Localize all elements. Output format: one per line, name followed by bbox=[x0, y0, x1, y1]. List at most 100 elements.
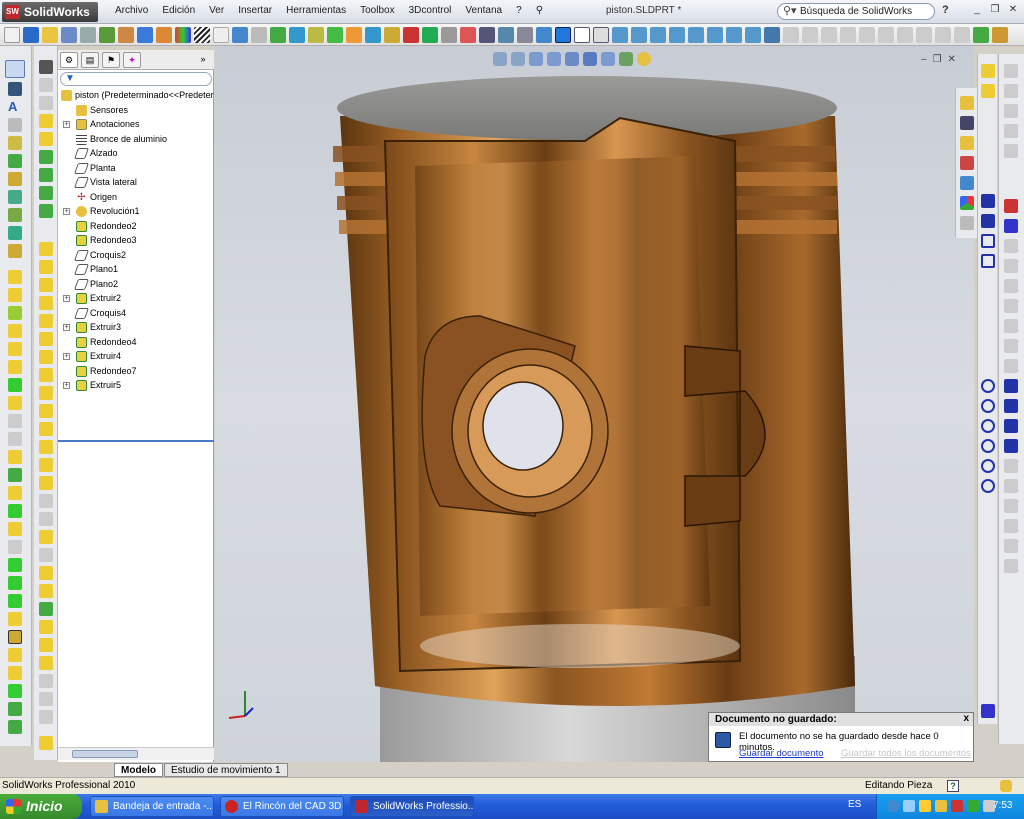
menu-insertar[interactable]: Insertar bbox=[231, 5, 279, 16]
minimize-icon[interactable]: _ bbox=[970, 3, 984, 17]
balloon-icon[interactable] bbox=[8, 136, 22, 150]
weldment5-icon[interactable] bbox=[39, 512, 53, 526]
view-shaded-icon[interactable] bbox=[555, 26, 571, 43]
spline-icon[interactable] bbox=[981, 459, 995, 473]
sweep-icon[interactable] bbox=[8, 306, 22, 320]
loft-icon[interactable] bbox=[8, 324, 22, 338]
tool-icon-7[interactable] bbox=[1004, 219, 1018, 233]
mold10-icon[interactable] bbox=[39, 692, 53, 706]
menu-herramientas[interactable]: Herramientas bbox=[279, 5, 353, 16]
tangent-arc-icon[interactable] bbox=[981, 419, 995, 433]
rollback-bar[interactable] bbox=[58, 440, 214, 442]
expand-icon[interactable]: + bbox=[63, 382, 70, 389]
display-icon-6[interactable] bbox=[878, 26, 894, 43]
home-icon[interactable] bbox=[960, 96, 974, 110]
tree-filter-input[interactable]: ▼ bbox=[60, 72, 212, 86]
surface4-icon[interactable] bbox=[39, 168, 53, 182]
tree-item-material[interactable]: Bronce de aluminio bbox=[58, 132, 214, 147]
tool-icon-23[interactable] bbox=[1004, 539, 1018, 553]
section-icon[interactable] bbox=[517, 26, 533, 43]
tray-icon-2[interactable] bbox=[903, 800, 915, 812]
save-document-link[interactable]: Guardar documento bbox=[739, 748, 824, 759]
display-icon-2[interactable] bbox=[802, 26, 818, 43]
sheetmetal7-icon[interactable] bbox=[39, 350, 53, 364]
zoom-fit-icon[interactable] bbox=[308, 26, 324, 43]
view-left-icon[interactable] bbox=[707, 26, 723, 43]
weldment4-icon[interactable] bbox=[39, 494, 53, 508]
blocks2-icon[interactable] bbox=[39, 96, 53, 110]
tool-icon-16[interactable] bbox=[1004, 399, 1018, 413]
view-hidden-icon[interactable] bbox=[593, 26, 609, 43]
spell-check-icon[interactable] bbox=[213, 26, 229, 43]
convert-icon[interactable] bbox=[8, 226, 22, 240]
mate-icon[interactable] bbox=[346, 26, 362, 43]
dome-icon[interactable] bbox=[8, 558, 22, 572]
cut-sweep-icon[interactable] bbox=[8, 396, 22, 410]
view-normal-icon[interactable] bbox=[764, 26, 780, 43]
tree-item-croquis4[interactable]: Croquis4 bbox=[58, 306, 214, 321]
view-dimetric-icon[interactable] bbox=[726, 26, 742, 43]
rib-icon[interactable] bbox=[8, 486, 22, 500]
weldment2-icon[interactable] bbox=[39, 458, 53, 472]
mold-icon[interactable] bbox=[39, 530, 53, 544]
folder-icon[interactable] bbox=[42, 26, 58, 43]
fillet-toolbar-icon[interactable] bbox=[498, 26, 514, 43]
tree-item-extruir4[interactable]: + Extruir4 bbox=[58, 349, 214, 364]
tray-icon-5[interactable] bbox=[951, 800, 963, 812]
display-icon-4[interactable] bbox=[840, 26, 856, 43]
feature-icon[interactable] bbox=[270, 26, 286, 43]
tool-icon-15[interactable] bbox=[1004, 379, 1018, 393]
graphics-area[interactable]: –❐✕ bbox=[215, 46, 974, 762]
sketch-icon-r2[interactable] bbox=[981, 84, 995, 98]
line-icon-r[interactable] bbox=[981, 194, 995, 208]
rebuild-status-icon[interactable] bbox=[1000, 780, 1012, 792]
dimension-icon[interactable] bbox=[8, 154, 22, 168]
display-icon-9[interactable] bbox=[935, 26, 951, 43]
circle-icon[interactable] bbox=[981, 379, 995, 393]
line-tool-icon[interactable] bbox=[8, 118, 22, 132]
tool-icon-3[interactable] bbox=[1004, 104, 1018, 118]
search-results-icon[interactable] bbox=[960, 156, 974, 170]
point-icon[interactable] bbox=[8, 208, 22, 222]
expand-icon[interactable]: + bbox=[63, 353, 70, 360]
open-icon[interactable] bbox=[23, 26, 39, 43]
expand-icon[interactable]: + bbox=[63, 295, 70, 302]
view-back-icon[interactable] bbox=[669, 26, 685, 43]
tool-icon-18[interactable] bbox=[1004, 439, 1018, 453]
taskbar-item-solidworks[interactable]: SolidWorks Professio... bbox=[350, 796, 474, 817]
wrap-icon[interactable] bbox=[8, 540, 22, 554]
curves-icon[interactable] bbox=[8, 666, 22, 680]
relation-icon[interactable] bbox=[8, 190, 22, 204]
notification-close-button[interactable]: x bbox=[963, 713, 969, 724]
expand-icon[interactable]: + bbox=[63, 208, 70, 215]
expand-icon[interactable]: + bbox=[63, 121, 70, 128]
rectangle-icon[interactable] bbox=[981, 234, 995, 248]
tool-icon-13[interactable] bbox=[1004, 339, 1018, 353]
appearances-icon[interactable] bbox=[960, 196, 974, 210]
mold6-icon[interactable] bbox=[39, 620, 53, 634]
display-icon-1[interactable] bbox=[783, 26, 799, 43]
tool-icon-8[interactable] bbox=[1004, 239, 1018, 253]
sketch-icon-r1[interactable] bbox=[981, 64, 995, 78]
tree-item-anotaciones[interactable]: + Anotaciones bbox=[58, 117, 214, 132]
measure-icon[interactable] bbox=[289, 26, 305, 43]
tool-icon-2[interactable] bbox=[1004, 84, 1018, 98]
cut-boundary-icon[interactable] bbox=[8, 432, 22, 446]
redo-icon[interactable] bbox=[251, 26, 267, 43]
extrude-boss-icon[interactable] bbox=[8, 270, 22, 284]
instant3d-icon[interactable] bbox=[8, 684, 22, 698]
new-document-icon[interactable] bbox=[4, 26, 20, 43]
pin-icon[interactable]: ⚲ bbox=[529, 5, 550, 16]
sheetmetal8-icon[interactable] bbox=[39, 368, 53, 382]
view-palette-icon[interactable] bbox=[960, 176, 974, 190]
blocks-icon[interactable] bbox=[39, 78, 53, 92]
tree-horizontal-scrollbar[interactable] bbox=[58, 747, 214, 760]
tree-item-plano1[interactable]: Plano1 bbox=[58, 262, 214, 277]
text-sketch-icon[interactable] bbox=[981, 704, 995, 718]
tree-item-vista-lateral[interactable]: Vista lateral bbox=[58, 175, 214, 190]
tool-icon-4[interactable] bbox=[1004, 124, 1018, 138]
status-help-icon[interactable]: ? bbox=[947, 780, 959, 792]
undo-icon[interactable] bbox=[232, 26, 248, 43]
weldment-icon[interactable] bbox=[39, 440, 53, 454]
mirror-feature-icon[interactable] bbox=[8, 612, 22, 626]
